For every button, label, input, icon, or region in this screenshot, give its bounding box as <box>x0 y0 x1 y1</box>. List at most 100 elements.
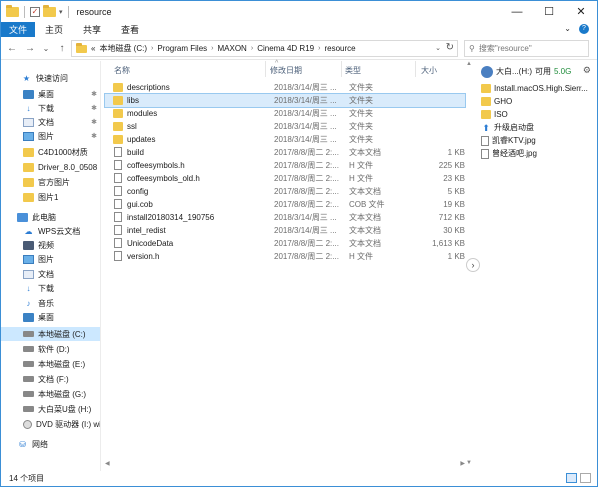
sidebar-item[interactable]: 本地磁盘 (G:) <box>1 387 100 401</box>
file-row[interactable]: gui.cob 2017/8/8/周二 2:... COB 文件 19 KB <box>105 198 465 211</box>
file-row[interactable]: updates 2018/3/14/周三 ... 文件夹 <box>105 133 465 146</box>
sidebar-item[interactable]: DVD 驱动器 (I:) wi <box>1 417 100 431</box>
tab-file[interactable]: 文件 <box>1 22 35 37</box>
gear-icon[interactable]: ⚙ <box>583 65 591 76</box>
breadcrumb-item[interactable]: Program Files <box>157 44 207 53</box>
column-header-size[interactable]: 大小 <box>421 63 437 77</box>
chevron-down-icon[interactable]: ⌄ <box>435 44 441 52</box>
minimize-button[interactable]: — <box>501 1 533 22</box>
sidebar-item[interactable]: 图片1 <box>1 190 100 204</box>
tab-view[interactable]: 查看 <box>111 22 149 37</box>
drive-list-item[interactable]: 凯睿KTV.jpg <box>481 134 591 147</box>
sidebar-item[interactable]: ☁ WPS云文档 <box>1 224 100 238</box>
column-header-type[interactable]: 类型 <box>345 63 361 77</box>
sidebar-item[interactable]: 文档 ✱ <box>1 115 100 129</box>
drive-header[interactable]: 大白...(H:) 可用 5.0G ⚙ <box>481 63 591 80</box>
horizontal-scrollbar[interactable]: ◀ ▶ <box>105 460 465 469</box>
breadcrumb-item[interactable]: 本地磁盘 (C:) <box>99 43 147 54</box>
sidebar-item[interactable]: 文档 <box>1 267 100 281</box>
file-row[interactable]: build 2017/8/8/周二 2:... 文本文档 1 KB <box>105 146 465 159</box>
sidebar-item[interactable]: 大白菜U盘 (H:) <box>1 402 100 416</box>
breadcrumb-overflow[interactable]: « <box>91 44 95 53</box>
large-icons-view-icon[interactable] <box>580 473 591 483</box>
back-button[interactable]: ← <box>5 43 19 54</box>
drive-list-item[interactable]: 曾经酒吧.jpg <box>481 147 591 160</box>
sidebar-item[interactable]: ↓ 下载 <box>1 281 100 295</box>
sidebar-item[interactable]: 视频 <box>1 238 100 252</box>
maximize-button[interactable]: ☐ <box>533 1 565 22</box>
close-button[interactable]: ✕ <box>565 1 597 22</box>
breadcrumb-separator[interactable]: › <box>318 45 320 52</box>
drive-list-item[interactable]: ISO <box>481 108 591 121</box>
tab-share[interactable]: 共享 <box>73 22 111 37</box>
sidebar-item[interactable]: ♪ 音乐 <box>1 296 100 310</box>
drive-list-item[interactable]: ⬆ 升级启动盘 <box>481 121 591 134</box>
search-box[interactable]: ⚲ 搜索"resource" <box>464 40 589 57</box>
sidebar-item[interactable]: 桌面 ✱ <box>1 87 100 101</box>
file-row[interactable]: intel_redist 2018/3/14/周三 ... 文本文档 30 KB <box>105 224 465 237</box>
help-icon[interactable]: ? <box>579 24 589 34</box>
search-input[interactable]: 搜索"resource" <box>479 43 532 54</box>
sidebar-item[interactable]: ↓ 下载 ✱ <box>1 101 100 115</box>
sidebar-item[interactable]: C4D1000材质 <box>1 145 100 159</box>
scroll-down-icon[interactable]: ▼ <box>466 460 472 466</box>
sidebar-item[interactable]: Driver_8.0_0508 <box>1 160 100 174</box>
breadcrumb-separator[interactable]: › <box>251 45 253 52</box>
folder-icon <box>481 97 491 106</box>
refresh-icon[interactable]: ↻ <box>446 42 454 53</box>
column-divider[interactable] <box>265 61 266 77</box>
address-bar[interactable]: « 本地磁盘 (C:) › Program Files › MAXON › Ci… <box>71 40 458 57</box>
file-row[interactable]: modules 2018/3/14/周三 ... 文件夹 <box>105 107 465 120</box>
pin-icon[interactable]: ✱ <box>91 104 97 112</box>
file-row[interactable]: ssl 2018/3/14/周三 ... 文件夹 <box>105 120 465 133</box>
breadcrumb-item[interactable]: MAXON <box>218 44 247 53</box>
breadcrumb-separator[interactable]: › <box>151 45 153 52</box>
recent-locations-button[interactable]: ⌄ <box>41 44 51 53</box>
new-folder-icon[interactable] <box>43 4 56 17</box>
breadcrumb-item[interactable]: Cinema 4D R19 <box>257 44 314 53</box>
file-row[interactable]: coffeesymbols.h 2017/8/8/周二 2:... H 文件 225 … <box>105 159 465 172</box>
sidebar-item[interactable]: ⛁ 网络 <box>1 437 100 451</box>
tab-home[interactable]: 主页 <box>35 22 73 37</box>
sidebar-item[interactable]: 官方图片 <box>1 175 100 189</box>
file-row[interactable]: install20180314_190756 2018/3/14/周三 ... 文本… <box>105 211 465 224</box>
file-row[interactable]: config 2017/8/8/周二 2:... 文本文档 5 KB <box>105 185 465 198</box>
sidebar-item-label: WPS云文档 <box>38 226 81 236</box>
sidebar-item[interactable]: 图片 <box>1 252 100 266</box>
sidebar-item[interactable]: ★ 快速访问 <box>1 71 100 85</box>
column-header-name[interactable]: 名称 <box>114 63 130 77</box>
breadcrumb-separator[interactable]: › <box>211 45 213 52</box>
properties-icon[interactable]: ✓ <box>30 6 40 17</box>
drive-list-item[interactable]: GHO <box>481 95 591 108</box>
file-row[interactable]: coffeesymbols_old.h 2017/8/8/周二 2:... H 文件… <box>105 172 465 185</box>
scroll-right-icon[interactable]: ▶ <box>460 460 465 467</box>
forward-button[interactable]: → <box>23 43 37 54</box>
sidebar-item[interactable]: 本地磁盘 (E:) <box>1 357 100 371</box>
sidebar-item[interactable]: 软件 (D:) <box>1 342 100 356</box>
chevron-down-icon[interactable]: ▾ <box>59 8 63 16</box>
file-row[interactable]: UnicodeData 2017/8/8/周二 2:... 文本文档 1,613 KB <box>105 237 465 250</box>
navigation-pane[interactable]: ★ 快速访问 桌面 ✱ ↓ 下载 ✱ 文档 ✱ 图片 ✱ C4D1000材质 Driver_8.0_05… <box>1 61 101 471</box>
file-row[interactable]: libs 2018/3/14/周三 ... 文件夹 <box>104 93 466 108</box>
details-view-icon[interactable] <box>566 473 577 483</box>
scroll-left-icon[interactable]: ◀ <box>105 460 110 467</box>
pin-icon[interactable]: ✱ <box>91 118 97 126</box>
column-divider[interactable] <box>341 61 342 77</box>
drive-list-item[interactable]: Install.macOS.High.Sierr... <box>481 82 591 95</box>
expand-panel-button[interactable]: › <box>466 258 480 272</box>
up-button[interactable]: ↑ <box>55 43 69 54</box>
file-row[interactable]: version.h 2017/8/8/周二 2:... H 文件 1 KB <box>105 250 465 263</box>
sidebar-item-label: 下载 <box>38 103 54 113</box>
pin-icon[interactable]: ✱ <box>91 90 97 98</box>
sidebar-item[interactable]: 桌面 <box>1 310 100 324</box>
file-row[interactable]: descriptions 2018/3/14/周三 ... 文件夹 <box>105 81 465 94</box>
scroll-up-icon[interactable]: ▲ <box>466 61 472 67</box>
sidebar-item[interactable]: 本地磁盘 (C:) <box>1 327 100 341</box>
sidebar-item[interactable]: 图片 ✱ <box>1 129 100 143</box>
sidebar-item[interactable]: 此电脑 <box>1 210 100 224</box>
column-divider[interactable] <box>415 61 416 77</box>
sidebar-item[interactable]: 文档 (F:) <box>1 372 100 386</box>
breadcrumb-item[interactable]: resource <box>324 44 355 53</box>
pin-icon[interactable]: ✱ <box>91 132 97 140</box>
expand-ribbon-icon[interactable]: ⌄ <box>564 24 571 34</box>
